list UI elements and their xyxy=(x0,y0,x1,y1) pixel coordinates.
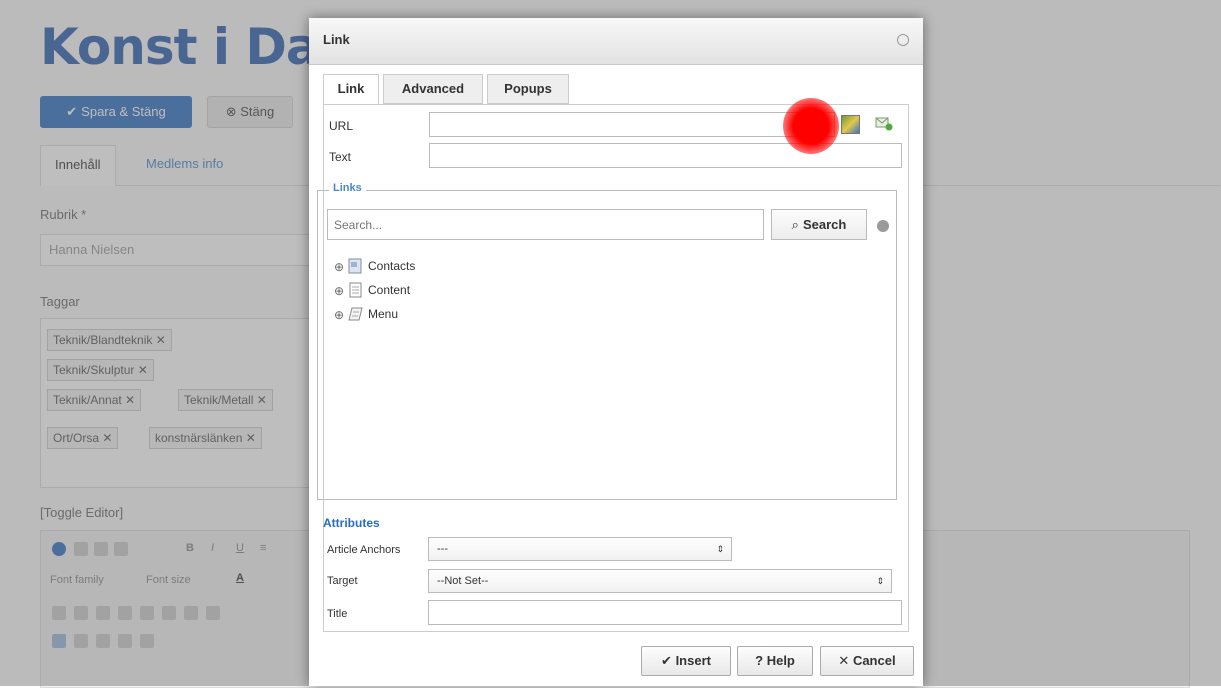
cursor-highlight-marker xyxy=(783,98,839,154)
tab-popups[interactable]: Popups xyxy=(487,74,569,104)
title-input[interactable] xyxy=(428,600,902,625)
help-label: Help xyxy=(766,653,795,668)
check-icon: ✔ xyxy=(661,653,672,668)
browse-image-icon[interactable] xyxy=(841,115,860,134)
search-button-label: Search xyxy=(802,217,847,232)
tree-label: Contacts xyxy=(368,259,416,273)
article-anchors-select[interactable]: --- ⇕ xyxy=(428,537,732,561)
dialog-header: Link xyxy=(309,18,923,65)
expand-icon[interactable]: ⊕ xyxy=(334,309,344,321)
attributes-title: Attributes xyxy=(323,516,380,530)
article-anchors-label: Article Anchors xyxy=(327,544,401,556)
question-icon: ? xyxy=(755,653,764,668)
title-label: Title xyxy=(327,608,348,620)
select-arrows-icon: ⇕ xyxy=(716,544,724,554)
help-button[interactable]: ? Help xyxy=(737,646,813,676)
links-legend: Links xyxy=(329,182,366,194)
tree-label: Content xyxy=(368,283,411,297)
tree-label: Menu xyxy=(368,307,399,321)
menu-icon xyxy=(348,306,363,322)
expand-icon[interactable]: ⊕ xyxy=(334,261,344,273)
target-value: --Not Set-- xyxy=(437,575,489,587)
target-select[interactable]: --Not Set-- ⇕ xyxy=(428,569,892,593)
close-icon[interactable] xyxy=(897,34,909,46)
insert-label: Insert xyxy=(675,653,711,668)
select-arrows-icon: ⇕ xyxy=(876,576,884,586)
search-icon: ⌕ xyxy=(791,217,799,232)
dialog-title: Link xyxy=(323,32,350,47)
search-button[interactable]: ⌕ Search xyxy=(771,209,867,240)
expand-icon[interactable]: ⊕ xyxy=(334,285,344,297)
text-input[interactable] xyxy=(429,143,902,168)
tab-link[interactable]: Link xyxy=(323,74,379,105)
url-input[interactable] xyxy=(429,112,835,137)
url-label: URL xyxy=(329,119,354,133)
cancel-button[interactable]: ✕ Cancel xyxy=(820,646,914,676)
tab-advanced[interactable]: Advanced xyxy=(383,74,483,104)
contacts-icon xyxy=(348,258,363,274)
link-search-input[interactable] xyxy=(327,209,764,240)
close-icon: ✕ xyxy=(838,653,850,668)
article-anchors-value: --- xyxy=(437,543,448,555)
content-icon xyxy=(348,282,363,298)
text-label: Text xyxy=(329,150,352,164)
help-circle-icon[interactable] xyxy=(877,220,889,232)
email-link-icon[interactable] xyxy=(875,117,893,131)
insert-button[interactable]: ✔ Insert xyxy=(641,646,731,676)
cancel-label: Cancel xyxy=(852,653,896,668)
target-label: Target xyxy=(327,575,358,587)
